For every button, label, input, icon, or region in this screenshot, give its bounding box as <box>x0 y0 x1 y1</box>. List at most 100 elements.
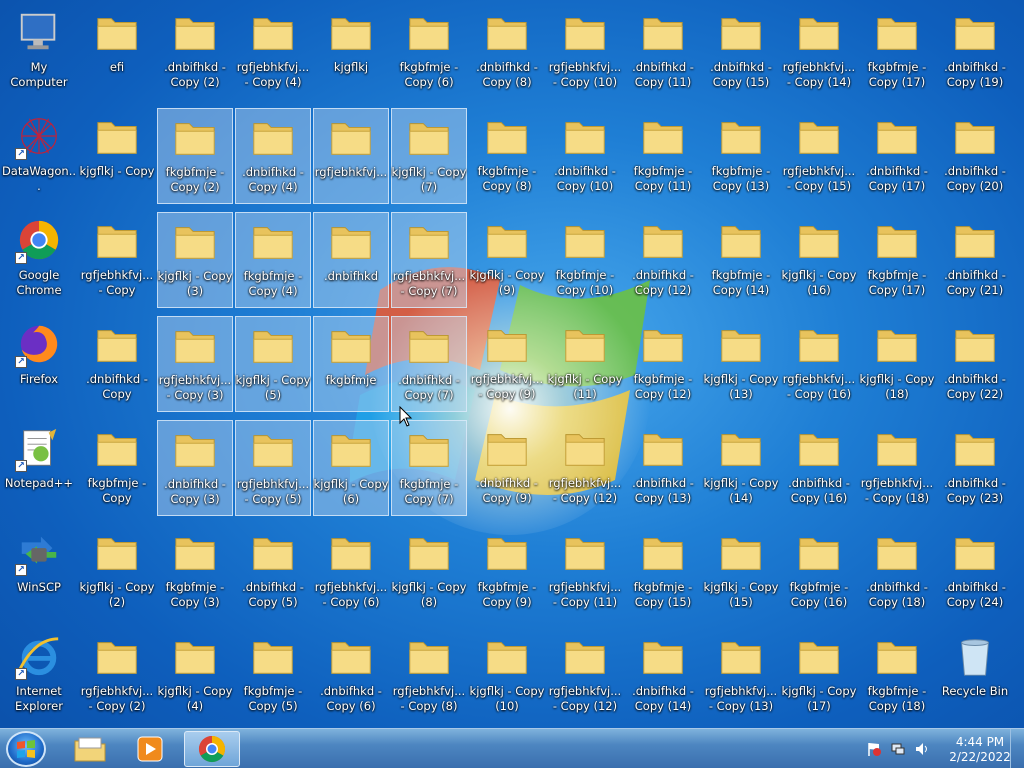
desktop-icon-ie[interactable]: ↗ Internet Explorer <box>1 628 77 724</box>
desktop-folder[interactable]: .dnbifhkd - Copy (10) <box>547 108 623 204</box>
taskbar-explorer-button[interactable] <box>62 731 118 767</box>
desktop-folder[interactable]: rgfjebhkfvj... - Copy (5) <box>235 420 311 516</box>
desktop-folder[interactable]: kjgflkj - Copy (14) <box>703 420 779 516</box>
desktop-folder[interactable]: .dnbifhkd - Copy (15) <box>703 4 779 100</box>
desktop-folder[interactable]: .dnbifhkd - Copy (21) <box>937 212 1013 308</box>
desktop-folder[interactable]: .dnbifhkd - Copy (18) <box>859 524 935 620</box>
desktop-folder[interactable]: rgfjebhkfvj... - Copy (3) <box>157 316 233 412</box>
desktop[interactable]: My Computer ↗ DataWagon... ↗ Google Chrome ↗ F… <box>0 0 1024 728</box>
desktop-icon-chrome[interactable]: ↗ Google Chrome <box>1 212 77 308</box>
desktop-folder[interactable]: fkgbfmje - Copy (6) <box>391 4 467 100</box>
desktop-folder[interactable]: fkgbfmje - Copy (5) <box>235 628 311 724</box>
desktop-folder[interactable]: fkgbfmje - Copy <box>79 420 155 516</box>
desktop-folder[interactable]: .dnbifhkd - Copy (24) <box>937 524 1013 620</box>
desktop-folder[interactable]: kjgflkj - Copy (6) <box>313 420 389 516</box>
desktop-folder[interactable]: .dnbifhkd - Copy (6) <box>313 628 389 724</box>
desktop-folder[interactable]: .dnbifhkd - Copy (16) <box>781 420 857 516</box>
desktop-folder[interactable]: kjgflkj - Copy (13) <box>703 316 779 412</box>
desktop-folder[interactable]: rgfjebhkfvj... - Copy (12) <box>547 420 623 516</box>
desktop-folder[interactable]: .dnbifhkd - Copy (8) <box>469 4 545 100</box>
desktop-folder[interactable]: fkgbfmje - Copy (17) <box>859 212 935 308</box>
desktop-folder[interactable]: .dnbifhkd - Copy (11) <box>625 4 701 100</box>
desktop-folder[interactable]: kjgflkj - Copy (17) <box>781 628 857 724</box>
volume-icon[interactable] <box>914 741 930 757</box>
desktop-folder[interactable]: .dnbifhkd - Copy (7) <box>391 316 467 412</box>
desktop-folder[interactable]: .dnbifhkd - Copy (23) <box>937 420 1013 516</box>
desktop-folder[interactable]: rgfjebhkfvj... - Copy (16) <box>781 316 857 412</box>
desktop-folder[interactable]: .dnbifhkd - Copy (5) <box>235 524 311 620</box>
desktop-folder[interactable]: kjgflkj - Copy (10) <box>469 628 545 724</box>
desktop-folder[interactable]: fkgbfmje - Copy (18) <box>859 628 935 724</box>
desktop-folder[interactable]: fkgbfmje - Copy (13) <box>703 108 779 204</box>
desktop-folder[interactable]: kjgflkj - Copy (16) <box>781 212 857 308</box>
desktop-folder[interactable]: rgfjebhkfvj... - Copy (15) <box>781 108 857 204</box>
desktop-folder[interactable]: fkgbfmje - Copy (11) <box>625 108 701 204</box>
desktop-icon-firefox[interactable]: ↗ Firefox <box>1 316 77 412</box>
desktop-folder[interactable]: rgfjebhkfvj... - Copy (7) <box>391 212 467 308</box>
desktop-folder[interactable]: fkgbfmje - Copy (10) <box>547 212 623 308</box>
desktop-icon-winscp[interactable]: ↗ WinSCP <box>1 524 77 620</box>
desktop-folder[interactable]: .dnbifhkd - Copy (13) <box>625 420 701 516</box>
desktop-folder[interactable]: kjgflkj - Copy (2) <box>79 524 155 620</box>
desktop-folder[interactable]: fkgbfmje - Copy (4) <box>235 212 311 308</box>
desktop-folder[interactable]: fkgbfmje - Copy (9) <box>469 524 545 620</box>
desktop-folder[interactable]: rgfjebhkfvj... - Copy (11) <box>547 524 623 620</box>
desktop-icon-datawagon[interactable]: ↗ DataWagon... <box>1 108 77 204</box>
desktop-folder[interactable]: fkgbfmje - Copy (16) <box>781 524 857 620</box>
start-button[interactable] <box>6 731 46 767</box>
desktop-folder[interactable]: kjgflkj - Copy (9) <box>469 212 545 308</box>
desktop-folder[interactable]: kjgflkj - Copy (7) <box>391 108 467 204</box>
desktop-folder[interactable]: rgfjebhkfvj... - Copy (10) <box>547 4 623 100</box>
desktop-folder[interactable]: kjgflkj - Copy (18) <box>859 316 935 412</box>
desktop-folder[interactable]: efi <box>79 4 155 100</box>
show-desktop-button[interactable] <box>1010 729 1024 768</box>
desktop-folder[interactable]: .dnbifhkd <box>313 212 389 308</box>
desktop-folder[interactable]: kjgflkj - Copy (5) <box>235 316 311 412</box>
desktop-folder[interactable]: rgfjebhkfvj... - Copy (13) <box>703 628 779 724</box>
taskbar-media-player-button[interactable] <box>122 731 178 767</box>
desktop-folder[interactable]: rgfjebhkfvj... - Copy (4) <box>235 4 311 100</box>
desktop-folder[interactable]: rgfjebhkfvj... - Copy (18) <box>859 420 935 516</box>
desktop-folder[interactable]: kjgflkj - Copy (8) <box>391 524 467 620</box>
action-center-flag-icon[interactable] <box>866 741 882 757</box>
desktop-folder[interactable]: .dnbifhkd - Copy (9) <box>469 420 545 516</box>
desktop-folder[interactable]: rgfjebhkfvj... - Copy <box>79 212 155 308</box>
desktop-folder[interactable]: fkgbfmje - Copy (3) <box>157 524 233 620</box>
desktop-folder[interactable]: .dnbifhkd - Copy (12) <box>625 212 701 308</box>
desktop-folder[interactable]: kjgflkj - Copy (11) <box>547 316 623 412</box>
desktop-folder[interactable]: rgfjebhkfvj... - Copy (9) <box>469 316 545 412</box>
desktop-folder[interactable]: .dnbifhkd - Copy (19) <box>937 4 1013 100</box>
desktop-folder[interactable]: kjgflkj <box>313 4 389 100</box>
desktop-folder[interactable]: rgfjebhkfvj... - Copy (14) <box>781 4 857 100</box>
network-icon[interactable] <box>890 741 906 757</box>
desktop-folder[interactable]: fkgbfmje - Copy (2) <box>157 108 233 204</box>
desktop-folder[interactable]: fkgbfmje - Copy (8) <box>469 108 545 204</box>
desktop-icon-recycle[interactable]: Recycle Bin <box>937 628 1013 724</box>
desktop-folder[interactable]: rgfjebhkfvj... - Copy (6) <box>313 524 389 620</box>
taskbar-chrome-button[interactable] <box>184 731 240 767</box>
desktop-icon-notepadpp[interactable]: ↗ Notepad++ <box>1 420 77 516</box>
desktop-folder[interactable]: .dnbifhkd - Copy (2) <box>157 4 233 100</box>
desktop-folder[interactable]: rgfjebhkfvj... - Copy (8) <box>391 628 467 724</box>
desktop-folder[interactable]: rgfjebhkfvj... <box>313 108 389 204</box>
desktop-folder[interactable]: kjgflkj - Copy <box>79 108 155 204</box>
desktop-folder[interactable]: .dnbifhkd - Copy (14) <box>625 628 701 724</box>
desktop-folder[interactable]: .dnbifhkd - Copy (17) <box>859 108 935 204</box>
desktop-folder[interactable]: .dnbifhkd - Copy (3) <box>157 420 233 516</box>
desktop-folder[interactable]: fkgbfmje - Copy (15) <box>625 524 701 620</box>
desktop-icon-computer[interactable]: My Computer <box>1 4 77 100</box>
desktop-folder[interactable]: .dnbifhkd - Copy (22) <box>937 316 1013 412</box>
desktop-folder[interactable]: .dnbifhkd - Copy (20) <box>937 108 1013 204</box>
desktop-folder[interactable]: fkgbfmje - Copy (14) <box>703 212 779 308</box>
desktop-folder[interactable]: .dnbifhkd - Copy (4) <box>235 108 311 204</box>
desktop-folder[interactable]: kjgflkj - Copy (4) <box>157 628 233 724</box>
desktop-folder[interactable]: .dnbifhkd - Copy <box>79 316 155 412</box>
clock[interactable]: 4:44 PM 2/22/2022 <box>940 735 1020 765</box>
desktop-folder[interactable]: fkgbfmje - Copy (7) <box>391 420 467 516</box>
desktop-folder[interactable]: kjgflkj - Copy (3) <box>157 212 233 308</box>
desktop-folder[interactable]: fkgbfmje - Copy (17) <box>859 4 935 100</box>
desktop-folder[interactable]: fkgbfmje <box>313 316 389 412</box>
desktop-folder[interactable]: kjgflkj - Copy (15) <box>703 524 779 620</box>
desktop-folder[interactable]: rgfjebhkfvj... - Copy (12) <box>547 628 623 724</box>
desktop-folder[interactable]: rgfjebhkfvj... - Copy (2) <box>79 628 155 724</box>
